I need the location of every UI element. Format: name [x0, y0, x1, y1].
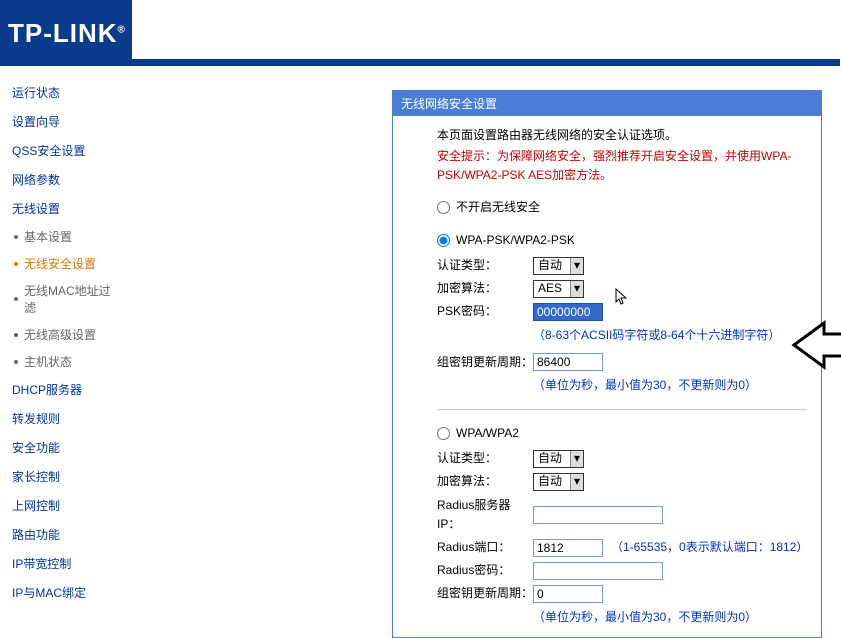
sidebar-item-13[interactable]: 家长控制 — [0, 462, 132, 491]
wpapsk-enc-select[interactable]: AES▾ — [533, 280, 584, 298]
bullet-icon — [14, 262, 18, 266]
wpa-gk-input[interactable] — [533, 585, 603, 603]
wpa-enc-select[interactable]: 自动▾ — [533, 473, 584, 491]
radio-disable-security[interactable] — [437, 201, 450, 214]
sidebar-item-label: 基本设置 — [24, 228, 72, 245]
psk-hint: （8-63个ACSII码字符或8-64个十六进制字符） — [533, 326, 807, 345]
wpapsk-gk-hint: （单位为秒，最小值为30，不更新则为0） — [533, 376, 807, 395]
wpapsk-psk-label: PSK密码： — [437, 302, 533, 321]
panel-desc: 本页面设置路由器无线网络的安全认证选项。 — [437, 126, 807, 145]
header-bar: TP-LINK® — [0, 0, 132, 66]
security-warning: 安全提示：为保障网络安全，强烈推荐开启安全设置，并使用WPA-PSK/WPA2-… — [437, 147, 807, 185]
radius-ip-input[interactable] — [533, 506, 663, 524]
wpapsk-auth-label: 认证类型： — [437, 256, 533, 275]
sidebar-item-16[interactable]: IP带宽控制 — [0, 549, 132, 578]
bullet-icon — [14, 333, 18, 337]
sidebar-subitem-5[interactable]: 基本设置 — [0, 223, 132, 250]
wpa-gk-label: 组密钥更新周期： — [437, 584, 533, 603]
sidebar-item-1[interactable]: 设置向导 — [0, 107, 132, 136]
sidebar-item-3[interactable]: 网络参数 — [0, 165, 132, 194]
chevron-down-icon: ▾ — [570, 451, 583, 467]
radius-port-hint: （1-65535，0表示默认端口：1812） — [611, 538, 807, 557]
sidebar-subitem-7[interactable]: 无线MAC地址过滤 — [0, 277, 132, 321]
wpapsk-gk-label: 组密钥更新周期： — [437, 353, 533, 372]
sidebar-item-15[interactable]: 路由功能 — [0, 520, 132, 549]
radius-port-input[interactable] — [533, 539, 603, 557]
sidebar-item-label: 无线安全设置 — [24, 255, 96, 272]
radius-port-label: Radius端口： — [437, 538, 533, 557]
sidebar-subitem-8[interactable]: 无线高级设置 — [0, 321, 132, 348]
radius-pwd-label: Radius密码： — [437, 561, 533, 580]
wireless-security-panel: 无线网络安全设置 本页面设置路由器无线网络的安全认证选项。 安全提示：为保障网络… — [392, 90, 822, 638]
chevron-down-icon: ▾ — [570, 258, 583, 274]
annotation-arrow: s设置修改wifi密码 — [829, 318, 841, 372]
sidebar-item-label: 无线MAC地址过滤 — [24, 282, 122, 316]
panel-title: 无线网络安全设置 — [393, 91, 821, 116]
wpa-auth-label: 认证类型： — [437, 449, 533, 468]
wpapsk-gk-input[interactable] — [533, 353, 603, 371]
radius-pwd-input[interactable] — [533, 562, 663, 580]
content-area: 无线网络安全设置 本页面设置路由器无线网络的安全认证选项。 安全提示：为保障网络… — [132, 66, 841, 581]
wpapsk-auth-select[interactable]: 自动▾ — [533, 257, 584, 275]
sidebar-item-4[interactable]: 无线设置 — [0, 194, 132, 223]
radio-disable-label: 不开启无线安全 — [456, 198, 540, 217]
sidebar-item-12[interactable]: 安全功能 — [0, 433, 132, 462]
top-divider — [0, 59, 840, 66]
sidebar-subitem-9[interactable]: 主机状态 — [0, 348, 132, 375]
psk-password-input[interactable] — [533, 303, 603, 321]
radio-wpa-label: WPA/WPA2 — [456, 424, 519, 443]
sidebar-item-0[interactable]: 运行状态 — [0, 78, 132, 107]
bullet-icon — [14, 235, 18, 239]
section-divider — [437, 409, 807, 410]
sidebar-subitem-6[interactable]: 无线安全设置 — [0, 250, 132, 277]
bullet-icon — [14, 360, 18, 364]
radio-wpa-psk[interactable] — [437, 234, 450, 247]
sidebar-item-10[interactable]: DHCP服务器 — [0, 375, 132, 404]
radius-ip-label: Radius服务器IP： — [437, 496, 533, 534]
sidebar-item-2[interactable]: QSS安全设置 — [0, 136, 132, 165]
wpapsk-enc-label: 加密算法： — [437, 279, 533, 298]
sidebar-item-label: 主机状态 — [24, 353, 72, 370]
sidebar-item-17[interactable]: IP与MAC绑定 — [0, 578, 132, 607]
wpa-auth-select[interactable]: 自动▾ — [533, 450, 584, 468]
wpa-gk-hint: （单位为秒，最小值为30，不更新则为0） — [533, 608, 807, 627]
chevron-down-icon: ▾ — [570, 281, 583, 297]
sidebar-item-label: 无线高级设置 — [24, 326, 96, 343]
chevron-down-icon: ▾ — [570, 474, 583, 490]
wpa-enc-label: 加密算法： — [437, 472, 533, 491]
sidebar-item-14[interactable]: 上网控制 — [0, 491, 132, 520]
bullet-icon — [14, 297, 18, 301]
radio-wpa-psk-label: WPA-PSK/WPA2-PSK — [456, 231, 575, 250]
sidebar-item-11[interactable]: 转发规则 — [0, 404, 132, 433]
sidebar: 运行状态设置向导QSS安全设置网络参数无线设置基本设置无线安全设置无线MAC地址… — [0, 66, 132, 581]
brand-logo: TP-LINK® — [8, 18, 126, 49]
radio-wpa[interactable] — [437, 427, 450, 440]
